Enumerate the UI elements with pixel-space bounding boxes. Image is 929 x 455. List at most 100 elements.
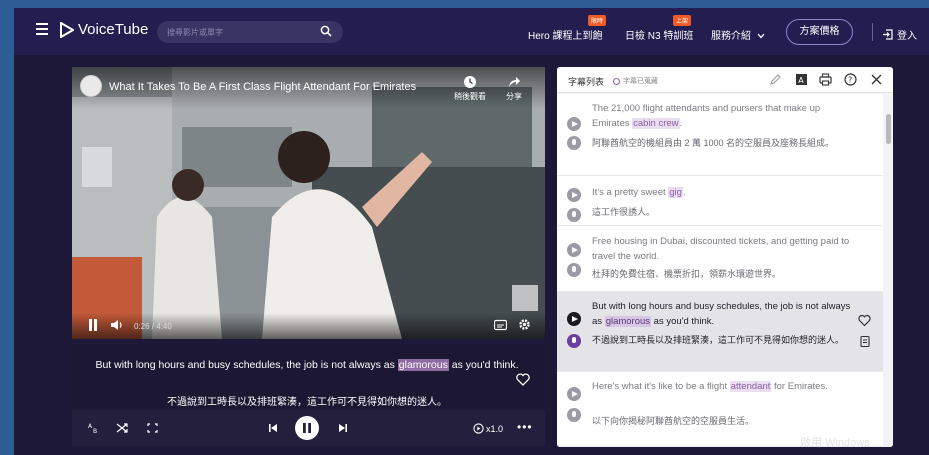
subtitle-english: But with long hours and busy schedules, … — [592, 299, 854, 329]
caption-text: as you'd think. — [448, 359, 519, 371]
share-label: 分享 — [506, 92, 522, 101]
nav-badge: 上架 — [673, 15, 692, 26]
gear-icon[interactable] — [518, 318, 531, 331]
caption-english: But with long hours and busy schedules, … — [92, 357, 522, 373]
saved-label: 字幕已蒐藏 — [623, 78, 658, 85]
nav-badge: 限時 — [588, 15, 607, 26]
nav-label: 服務介紹 — [711, 31, 751, 42]
previous-sentence-icon[interactable] — [267, 422, 280, 434]
subtitle-text: Here's what it's like to be a flight — [592, 381, 730, 392]
search-input[interactable]: 搜尋影片或單字 — [157, 21, 343, 43]
video-controls: 0:26 / 4:40 — [72, 313, 545, 339]
microphone-icon[interactable] — [567, 334, 581, 348]
subtitle-scrollbar[interactable] — [884, 94, 893, 447]
help-icon[interactable]: ? — [844, 73, 857, 86]
nav-services[interactable]: 服務介紹 — [711, 27, 765, 42]
speed-label: x1.0 — [486, 423, 504, 434]
microphone-icon[interactable] — [567, 208, 581, 222]
caption-keyword[interactable]: glamorous — [397, 359, 449, 371]
voicetube-logo-icon — [60, 21, 74, 38]
loop-sentence-icon[interactable]: A B — [88, 422, 101, 434]
video-watermark-logo — [512, 285, 538, 311]
subtitle-item-active[interactable]: But with long hours and busy schedules, … — [557, 292, 883, 372]
login-label: 登入 — [897, 31, 917, 42]
subtitle-item[interactable]: Free housing in Dubai, discounted ticket… — [557, 226, 883, 292]
subtitle-item[interactable]: The 21,000 flight attendants and pursers… — [557, 94, 883, 176]
shuffle-icon[interactable] — [116, 422, 129, 434]
share-icon — [509, 77, 520, 87]
pause-icon[interactable] — [88, 319, 98, 331]
font-size-icon[interactable]: A — [795, 73, 808, 86]
windows-activation-watermark: 啟用 Windows — [800, 437, 870, 449]
subtitle-english: The 21,000 flight attendants and pursers… — [592, 101, 854, 131]
pricing-button[interactable]: 方案價格 — [786, 19, 853, 45]
svg-text:B: B — [93, 428, 97, 434]
saved-subtitles-toggle[interactable]: 字幕已蒐藏 — [613, 76, 658, 86]
channel-avatar[interactable] — [80, 75, 102, 97]
volume-icon[interactable] — [110, 319, 124, 331]
subtitle-keyword[interactable]: glamorous — [604, 316, 652, 327]
fullscreen-icon[interactable] — [146, 422, 159, 434]
nav-label: 日檢 N3 特訓班 — [625, 31, 694, 42]
play-sentence-icon[interactable] — [567, 117, 581, 131]
next-sentence-icon[interactable] — [336, 422, 349, 434]
subtitle-chinese: 以下向你揭秘阿聯酋航空的空服員生活。 — [592, 416, 755, 426]
top-navigation-bar: VoiceTube 搜尋影片或單字 限時 Hero 課程上到飽 上架 日檢 N3… — [14, 8, 929, 55]
edit-icon[interactable] — [769, 73, 782, 86]
nav-divider — [872, 23, 873, 41]
bookmark-icon — [613, 77, 620, 85]
window-frame-top — [0, 0, 929, 8]
playback-speed-button[interactable]: x1.0 — [473, 423, 503, 434]
video-player[interactable]: What It Takes To Be A First Class Flight… — [72, 67, 545, 339]
caption-chinese: 不過說到工時長以及排班緊湊，這工作可不見得如你想的迷人。 — [167, 397, 447, 408]
scrollbar-thumb[interactable] — [886, 114, 891, 144]
caption-box: But with long hours and busy schedules, … — [72, 345, 545, 410]
close-icon[interactable] — [870, 73, 883, 86]
search-icon[interactable] — [320, 25, 332, 37]
window-frame-left — [0, 0, 14, 455]
subtitle-english: Here's what it's like to be a flight att… — [592, 379, 854, 394]
logo[interactable]: VoiceTube — [60, 21, 148, 38]
subtitle-keyword[interactable]: gig — [668, 187, 683, 198]
menu-icon[interactable] — [36, 23, 48, 35]
subtitle-text: . — [682, 187, 686, 198]
subtitle-panel-header: 字幕列表 字幕已蒐藏 A ? — [557, 67, 893, 93]
play-sentence-icon[interactable] — [567, 312, 581, 326]
pause-icon — [303, 423, 311, 433]
svg-text:?: ? — [848, 76, 852, 85]
share-button[interactable]: 分享 — [506, 75, 522, 102]
microphone-icon[interactable] — [567, 263, 581, 277]
heart-icon[interactable] — [858, 314, 871, 327]
pause-button[interactable] — [295, 416, 319, 440]
subtitle-text: as you'd think. — [651, 316, 715, 327]
more-options-button[interactable]: ••• — [517, 420, 533, 434]
nav-hero-course[interactable]: 限時 Hero 課程上到飽 — [528, 15, 607, 42]
clock-icon — [464, 76, 476, 88]
nav-jlpt-course[interactable]: 上架 日檢 N3 特訓班 — [625, 15, 694, 42]
play-sentence-icon[interactable] — [567, 387, 581, 401]
play-sentence-icon[interactable] — [567, 243, 581, 257]
subtitle-keyword[interactable]: attendant — [729, 381, 772, 392]
subtitle-chinese: 杜拜的免費住宿、機票折扣，領薪水環遊世界。 — [592, 269, 782, 279]
subtitle-chinese: 不過說到工時長以及排班緊湊，這工作可不見得如你想的迷人。 — [592, 335, 845, 345]
subtitle-list: The 21,000 flight attendants and pursers… — [557, 94, 883, 447]
video-title[interactable]: What It Takes To Be A First Class Flight… — [109, 81, 416, 93]
subtitle-item[interactable]: It's a pretty sweet gig. 這工作很誘人。 — [557, 176, 883, 226]
captions-icon[interactable] — [494, 319, 507, 331]
microphone-icon[interactable] — [567, 136, 581, 150]
player-bar: A B x1.0 ••• — [72, 410, 545, 446]
subtitle-chinese: 阿聯酋航空的機組員由 2 萬 1000 名的空服員及座務長組成。 — [592, 138, 835, 148]
watch-later-button[interactable]: 稍後觀看 — [454, 75, 486, 102]
microphone-icon[interactable] — [567, 408, 581, 422]
play-sentence-icon[interactable] — [567, 188, 581, 202]
subtitle-text: . — [679, 118, 683, 129]
speed-icon — [473, 423, 484, 434]
heart-icon[interactable] — [516, 373, 530, 386]
login-button[interactable]: 登入 — [882, 27, 917, 42]
chevron-down-icon — [757, 33, 765, 39]
copy-icon[interactable] — [858, 335, 871, 348]
subtitle-text: The 21,000 flight attendants and pursers… — [592, 103, 821, 129]
subtitle-keyword[interactable]: cabin crew — [632, 118, 680, 129]
print-icon[interactable] — [819, 73, 832, 86]
subtitle-english: Free housing in Dubai, discounted ticket… — [592, 236, 850, 262]
